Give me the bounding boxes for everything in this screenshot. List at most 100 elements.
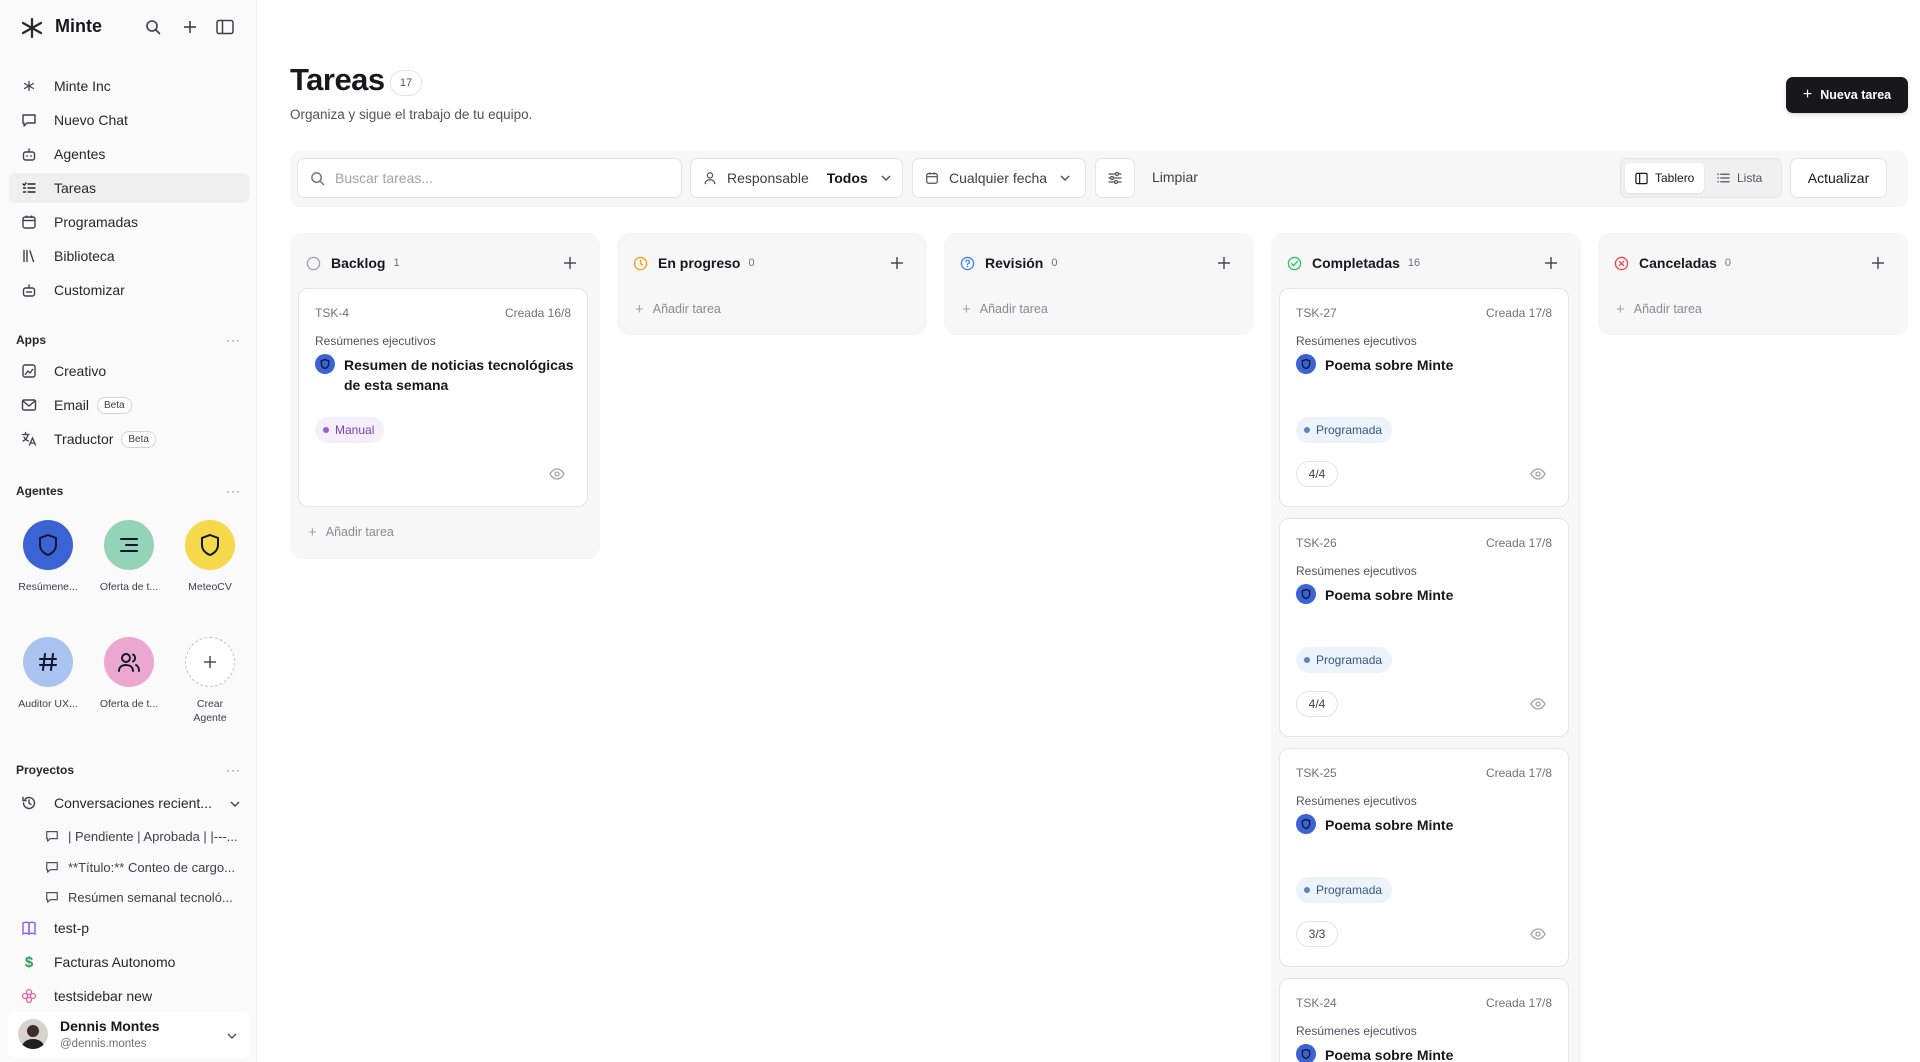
sidebar-toggle-icon[interactable] xyxy=(215,17,235,37)
task-card[interactable]: TSK-24 Creada 17/8 Resúmenes ejecutivos … xyxy=(1279,978,1569,1062)
eye-icon[interactable] xyxy=(549,467,565,481)
agent-name: Oferta de t... xyxy=(99,581,159,593)
list-view-button[interactable]: Lista xyxy=(1707,163,1772,193)
recent-conversation-item[interactable]: | Pendiente | Aprobada | |---... xyxy=(45,823,245,849)
chat-icon xyxy=(45,829,59,843)
board-view-button[interactable]: Tablero xyxy=(1625,163,1705,193)
add-task-plus-icon[interactable] xyxy=(1541,253,1561,273)
column-title: Completadas xyxy=(1312,255,1400,271)
recent-label: Conversaciones recient... xyxy=(54,795,212,811)
task-id: TSK-24 xyxy=(1296,996,1337,1010)
add-task-plus-icon[interactable] xyxy=(887,253,907,273)
task-title-row: Poema sobre Minte xyxy=(1296,584,1558,605)
nav-item-agentes[interactable]: Agentes xyxy=(9,139,249,169)
nav-item-minte-inc[interactable]: Minte Inc xyxy=(9,71,249,101)
clear-filters-button[interactable]: Limpiar xyxy=(1152,169,1198,185)
task-category: Resúmenes ejecutivos xyxy=(1296,794,1417,808)
shield-icon xyxy=(1296,1044,1316,1062)
task-title-row: Poema sobre Minte xyxy=(1296,814,1558,835)
shield-icon xyxy=(23,520,73,570)
user-menu[interactable]: Dennis Montes @dennis.montes xyxy=(8,1012,250,1058)
agent-tile[interactable]: Oferta de t... xyxy=(94,520,164,594)
agent-tile[interactable]: Auditor UX... xyxy=(13,637,83,711)
board-view-label: Tablero xyxy=(1655,171,1695,185)
agent-name: Crear Agente xyxy=(193,698,227,724)
project-item-facturas[interactable]: $ Facturas Autonomo xyxy=(9,947,249,977)
hash-icon xyxy=(23,637,73,687)
add-task-button[interactable]: + Añadir tarea xyxy=(1616,299,1702,319)
nav-item-biblioteca[interactable]: Biblioteca xyxy=(9,241,249,271)
chevron-down-icon[interactable] xyxy=(226,1029,238,1047)
recent-conversation-title: | Pendiente | Aprobada | |---... xyxy=(68,828,238,844)
task-title: Poema sobre Minte xyxy=(1325,587,1454,603)
nav-item-nuevo-chat[interactable]: Nuevo Chat xyxy=(9,105,249,135)
add-task-plus-icon[interactable] xyxy=(1868,253,1888,273)
align-icon xyxy=(104,520,154,570)
responsable-label: Responsable xyxy=(727,170,809,186)
task-card[interactable]: TSK-4 Creada 16/8 Resúmenes ejecutivos R… xyxy=(298,288,588,507)
create-agent-button[interactable]: Crear Agente xyxy=(175,637,245,725)
refresh-button[interactable]: Actualizar xyxy=(1790,158,1887,198)
add-task-button[interactable]: + Añadir tarea xyxy=(308,522,394,542)
project-item-test-p[interactable]: test-p xyxy=(9,913,249,943)
task-category: Resúmenes ejecutivos xyxy=(1296,564,1417,578)
nav-item-customizar[interactable]: Customizar xyxy=(9,275,249,305)
search-input[interactable]: Buscar tareas... xyxy=(297,158,682,198)
app-item-traductor[interactable]: Traductor Beta xyxy=(9,424,249,454)
shield-icon xyxy=(1296,584,1316,604)
eye-icon[interactable] xyxy=(1530,927,1546,941)
add-task-plus-icon[interactable] xyxy=(1214,253,1234,273)
responsable-filter[interactable]: Responsable Todos xyxy=(690,158,903,198)
responsable-value: Todos xyxy=(826,170,868,186)
page-subtitle: Organiza y sigue el trabajo de tu equipo… xyxy=(290,107,533,122)
recent-conversations-toggle[interactable]: Conversaciones recient... xyxy=(9,788,249,818)
recent-conversation-title: **Título:** Conteo de cargo... xyxy=(68,859,235,875)
task-title: Resumen de noticias tecnológicas de esta… xyxy=(344,357,574,393)
agent-tile[interactable]: MeteoCV xyxy=(175,520,245,594)
projects-more-icon[interactable]: ··· xyxy=(226,763,241,777)
translate-icon xyxy=(19,429,39,449)
add-task-label: Añadir tarea xyxy=(325,525,394,539)
task-card[interactable]: TSK-26 Creada 17/8 Resúmenes ejecutivos … xyxy=(1279,518,1569,737)
task-title: Poema sobre Minte xyxy=(1325,817,1454,833)
advanced-filters-button[interactable] xyxy=(1095,158,1135,198)
agents-more-icon[interactable]: ··· xyxy=(226,484,241,498)
new-task-button[interactable]: + Nueva tarea xyxy=(1786,77,1908,113)
add-task-plus-icon[interactable] xyxy=(560,253,580,273)
date-filter[interactable]: Cualquier fecha xyxy=(912,158,1086,198)
tag-dot xyxy=(1304,657,1310,663)
users-icon xyxy=(104,637,154,687)
app-item-email[interactable]: Email Beta xyxy=(9,390,249,420)
shield-icon xyxy=(315,354,335,374)
nav-item-programadas[interactable]: Programadas xyxy=(9,207,249,237)
add-task-button[interactable]: + Añadir tarea xyxy=(962,299,1048,319)
agent-tile[interactable]: Oferta de t... xyxy=(94,637,164,711)
task-category: Resúmenes ejecutivos xyxy=(1296,334,1417,348)
task-category: Resúmenes ejecutivos xyxy=(315,334,436,348)
project-item-testsidebar[interactable]: testsidebar new xyxy=(9,981,249,1011)
app-label: Creativo xyxy=(54,363,107,379)
apps-more-icon[interactable]: ··· xyxy=(226,333,241,347)
task-id: TSK-26 xyxy=(1296,536,1337,550)
nav-label: Tareas xyxy=(54,180,97,196)
eye-icon[interactable] xyxy=(1530,467,1546,481)
chat-icon xyxy=(19,110,39,130)
task-card[interactable]: TSK-25 Creada 17/8 Resúmenes ejecutivos … xyxy=(1279,748,1569,967)
task-id: TSK-27 xyxy=(1296,306,1337,320)
agent-tile[interactable]: Resúmene... xyxy=(13,520,83,594)
nav-item-tareas[interactable]: Tareas xyxy=(9,173,249,203)
bot-icon xyxy=(19,280,39,300)
chevron-down-icon[interactable] xyxy=(229,797,241,813)
add-task-button[interactable]: + Añadir tarea xyxy=(635,299,721,319)
column-count: 16 xyxy=(1407,257,1421,269)
search-icon[interactable] xyxy=(143,17,163,37)
column-header: Backlog 1 xyxy=(306,253,400,273)
nav-label: Agentes xyxy=(54,146,106,162)
eye-icon[interactable] xyxy=(1530,697,1546,711)
recent-conversation-item[interactable]: **Título:** Conteo de cargo... xyxy=(45,854,245,880)
recent-conversation-item[interactable]: Resúmen semanal tecnoló... xyxy=(45,884,245,910)
app-item-creativo[interactable]: Creativo xyxy=(9,356,249,386)
minte-logo-icon[interactable] xyxy=(20,17,44,39)
new-plus-icon[interactable] xyxy=(180,17,200,37)
task-card[interactable]: TSK-27 Creada 17/8 Resúmenes ejecutivos … xyxy=(1279,288,1569,507)
